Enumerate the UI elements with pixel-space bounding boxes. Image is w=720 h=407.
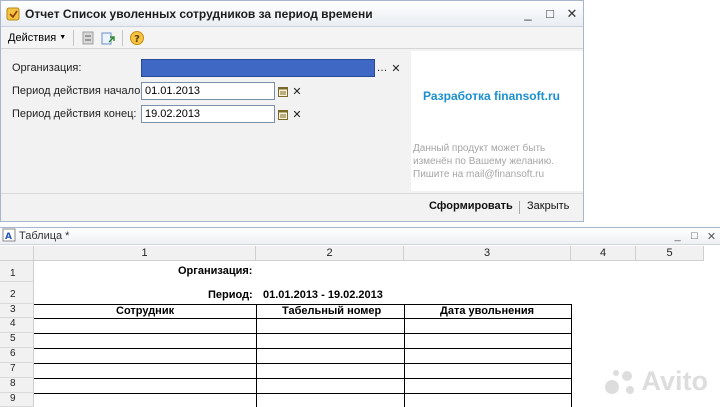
table-border — [256, 304, 257, 407]
report-app-icon — [5, 6, 21, 22]
close-window-button[interactable]: ✕ — [703, 228, 720, 244]
report-titlebar: Отчет Список уволенных сотрудников за пе… — [1, 1, 583, 27]
report-title: Отчет Список уволенных сотрудников за пе… — [25, 6, 373, 21]
calendar-icon[interactable] — [276, 83, 290, 99]
row-header[interactable]: 8 — [0, 378, 34, 393]
promo-panel: Разработка finansoft.ru Данный продукт м… — [411, 51, 583, 191]
svg-text:?: ? — [134, 34, 140, 45]
dropdown-arrow-icon: ▼ — [59, 34, 67, 41]
column-header[interactable]: 1 — [34, 246, 256, 261]
watermark-text: Avito — [641, 366, 709, 396]
row-header[interactable]: 3 — [0, 304, 34, 318]
table-title: Таблица * — [19, 230, 70, 242]
generate-button[interactable]: Сформировать — [429, 200, 513, 212]
table-border — [34, 333, 571, 334]
settings-icon[interactable] — [78, 29, 98, 47]
avito-logo-icon — [604, 369, 634, 394]
row-header[interactable]: 2 — [0, 282, 34, 304]
button-separator — [519, 201, 520, 214]
restore-values-icon[interactable] — [98, 29, 118, 47]
period-start-field[interactable]: 01.01.2013 — [141, 82, 275, 100]
promo-title[interactable]: Разработка finansoft.ru — [423, 89, 560, 103]
close-window-button[interactable]: ✕ — [561, 4, 583, 24]
minimize-button[interactable]: _ — [517, 4, 539, 24]
column-header[interactable]: 4 — [571, 246, 636, 261]
form-button-bar: Сформировать Закрыть — [1, 193, 583, 221]
organization-field[interactable] — [141, 59, 375, 77]
maximize-button[interactable]: □ — [539, 4, 561, 24]
grid-corner — [0, 246, 34, 261]
report-form: Организация: … ✕ Период действия начало:… — [1, 51, 409, 191]
table-header-employee: Сотрудник — [116, 305, 175, 317]
watermark: Avito — [602, 366, 709, 397]
column-header[interactable]: 5 — [636, 246, 704, 261]
actions-menu-label: Действия — [8, 31, 57, 44]
row-header[interactable]: 6 — [0, 348, 34, 363]
row-header[interactable]: 5 — [0, 333, 34, 348]
table-border — [34, 393, 571, 394]
help-icon[interactable]: ? — [127, 29, 147, 47]
svg-text:A: A — [5, 232, 12, 242]
spreadsheet-grid[interactable]: 1 2 3 4 5 1 2 3 4 5 6 7 8 9 Организация:… — [0, 246, 720, 407]
table-border — [34, 378, 571, 379]
period-start-label: Период действия начало: — [12, 85, 144, 97]
column-header[interactable]: 2 — [256, 246, 404, 261]
toolbar-separator — [122, 29, 124, 46]
table-border — [34, 304, 571, 305]
clear-icon[interactable]: ✕ — [290, 106, 304, 122]
table-border — [34, 348, 571, 349]
select-ellipsis-button[interactable]: … — [375, 60, 389, 76]
table-titlebar: A Таблица * _ □ ✕ — [0, 228, 720, 245]
period-value: 01.01.2013 - 19.02.2013 — [263, 289, 383, 301]
table-header-personnel-number: Табельный номер — [282, 305, 382, 317]
table-border — [34, 318, 571, 319]
table-window: A Таблица * _ □ ✕ 1 2 3 4 5 1 2 3 4 5 6 … — [0, 227, 720, 407]
table-border — [34, 363, 571, 364]
row-header[interactable]: 7 — [0, 363, 34, 378]
spreadsheet-icon: A — [2, 228, 16, 245]
period-end-label: Период действия конец: — [12, 108, 137, 120]
row-header[interactable]: 1 — [0, 261, 34, 282]
table-header-dismissal-date: Дата увольнения — [440, 305, 535, 317]
row-header[interactable]: 4 — [0, 318, 34, 333]
table-border — [571, 304, 572, 407]
calendar-icon[interactable] — [276, 106, 290, 122]
clear-icon[interactable]: ✕ — [389, 60, 403, 76]
actions-menu[interactable]: Действия ▼ — [5, 29, 69, 47]
period-end-field[interactable]: 19.02.2013 — [141, 105, 275, 123]
toolbar-separator — [73, 29, 75, 46]
organization-label: Организация: — [12, 62, 82, 74]
column-header[interactable]: 3 — [404, 246, 571, 261]
clear-icon[interactable]: ✕ — [290, 83, 304, 99]
promo-note: Данный продукт может быть изменён по Ваш… — [413, 143, 555, 180]
report-toolbar: Действия ▼ ? — [1, 27, 583, 49]
maximize-button[interactable]: □ — [686, 228, 703, 244]
period-caption: Период: — [208, 289, 253, 301]
table-border — [404, 304, 405, 407]
close-button[interactable]: Закрыть — [527, 200, 569, 212]
organization-caption: Организация: — [178, 265, 253, 277]
report-window: Отчет Список уволенных сотрудников за пе… — [0, 0, 584, 222]
row-header[interactable]: 9 — [0, 393, 34, 407]
minimize-button[interactable]: _ — [669, 228, 686, 244]
